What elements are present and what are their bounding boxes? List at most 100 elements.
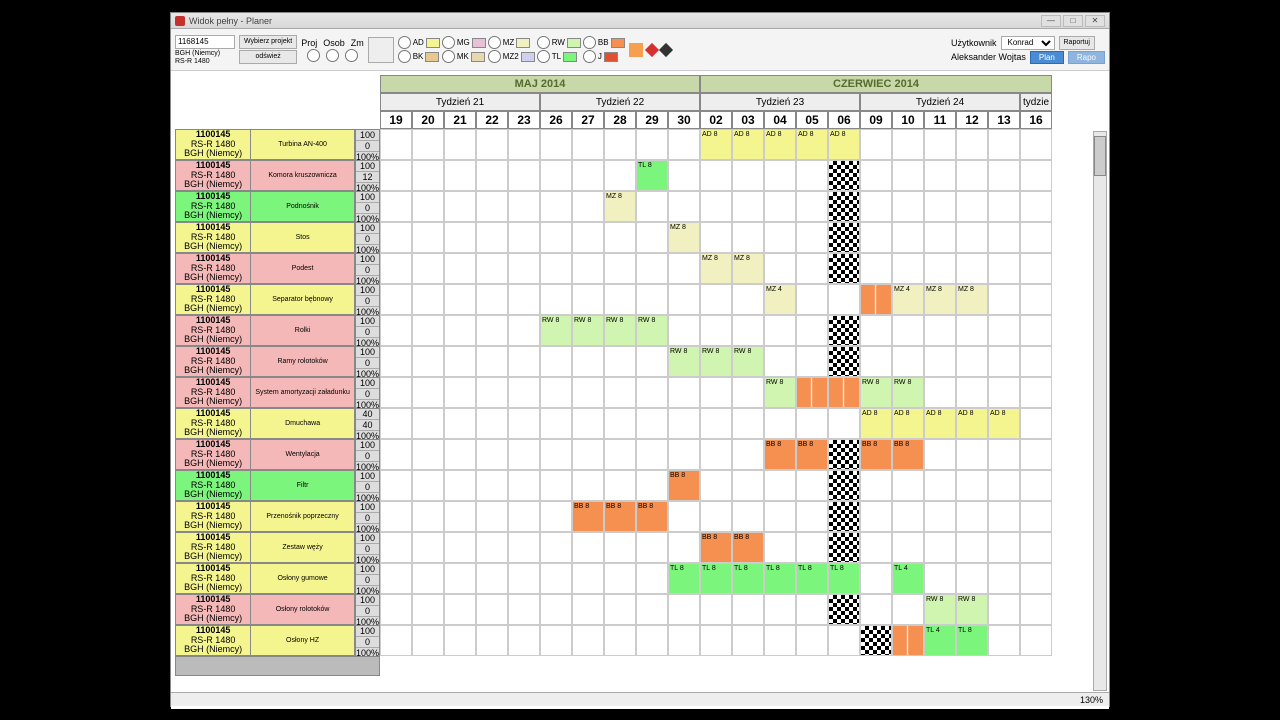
grid-cell[interactable] (444, 346, 476, 377)
grid-cell[interactable] (764, 160, 796, 191)
grid-cell[interactable] (636, 284, 668, 315)
day-header[interactable]: 06 (828, 111, 860, 129)
grid-cell[interactable] (700, 439, 732, 470)
grid-cell[interactable] (412, 129, 444, 160)
user-select[interactable]: Konrad (1001, 36, 1055, 50)
grid-cell[interactable] (412, 532, 444, 563)
grid-cell[interactable] (444, 129, 476, 160)
grid-cell[interactable] (572, 346, 604, 377)
grid-cell[interactable] (892, 315, 924, 346)
grid-cell[interactable] (1020, 563, 1052, 594)
grid-cell[interactable]: RW 8 (956, 594, 988, 625)
grid-cell[interactable]: MZ 4 (764, 284, 796, 315)
grid-cell[interactable] (572, 129, 604, 160)
grid-cell[interactable] (1020, 191, 1052, 222)
grid-cell[interactable] (508, 191, 540, 222)
grid-cell[interactable] (732, 160, 764, 191)
milestone-flag-icon[interactable] (828, 253, 860, 284)
grid-cell[interactable] (924, 439, 956, 470)
grid-cell[interactable] (700, 315, 732, 346)
grid-cell[interactable] (796, 501, 828, 532)
grid-cell[interactable] (476, 625, 508, 656)
grid-cell[interactable] (476, 346, 508, 377)
grid-cell[interactable] (668, 160, 700, 191)
row-header[interactable]: 1100145RS-R 1480BGH (Niemcy)Podest (175, 253, 355, 284)
day-header[interactable]: 22 (476, 111, 508, 129)
grid-cell[interactable] (572, 594, 604, 625)
grid-cell[interactable] (732, 222, 764, 253)
grid-cell[interactable] (444, 284, 476, 315)
grid-cell[interactable] (956, 501, 988, 532)
grid-cell[interactable] (412, 439, 444, 470)
grid-cell[interactable] (540, 129, 572, 160)
grid-cell[interactable] (636, 346, 668, 377)
grid-cell[interactable]: TL 4 (892, 563, 924, 594)
day-header[interactable]: 03 (732, 111, 764, 129)
grid-cell[interactable]: TL 8 (764, 563, 796, 594)
break-icon[interactable] (892, 625, 924, 656)
grid-cell[interactable]: MZ 8 (924, 284, 956, 315)
milestone-flag-icon[interactable] (828, 160, 860, 191)
grid-cell[interactable] (956, 532, 988, 563)
grid-cell[interactable] (412, 253, 444, 284)
grid-cell[interactable] (380, 625, 412, 656)
grid-cell[interactable] (924, 532, 956, 563)
grid-cell[interactable]: RW 8 (700, 346, 732, 377)
grid-cell[interactable] (860, 594, 892, 625)
grid-cell[interactable] (796, 191, 828, 222)
grid-cell[interactable] (412, 160, 444, 191)
grid-cell[interactable] (444, 625, 476, 656)
grid-cell[interactable] (508, 222, 540, 253)
grid-cell[interactable]: TL 8 (732, 563, 764, 594)
grid-cell[interactable] (892, 594, 924, 625)
grid-cell[interactable] (732, 625, 764, 656)
grid-cell[interactable] (796, 594, 828, 625)
grid-cell[interactable]: RW 8 (860, 377, 892, 408)
grid-cell[interactable] (700, 222, 732, 253)
grid-cell[interactable] (924, 346, 956, 377)
grid-cell[interactable] (380, 470, 412, 501)
grid-cell[interactable] (700, 594, 732, 625)
grid-cell[interactable] (412, 501, 444, 532)
grid-cell[interactable]: RW 8 (572, 315, 604, 346)
day-header[interactable]: 12 (956, 111, 988, 129)
grid-cell[interactable] (508, 160, 540, 191)
grid-cell[interactable] (572, 470, 604, 501)
grid-cell[interactable] (540, 470, 572, 501)
grid-cell[interactable]: AD 8 (764, 129, 796, 160)
grid-cell[interactable]: MZ 8 (732, 253, 764, 284)
grid-cell[interactable] (924, 501, 956, 532)
grid-cell[interactable] (828, 625, 860, 656)
grid-cell[interactable] (444, 160, 476, 191)
grid-cell[interactable] (764, 532, 796, 563)
grid-cell[interactable] (604, 563, 636, 594)
grid-cell[interactable] (700, 501, 732, 532)
grid-cell[interactable] (732, 284, 764, 315)
grid-cell[interactable] (892, 501, 924, 532)
grid-cell[interactable]: MZ 8 (956, 284, 988, 315)
row-header[interactable]: 1100145RS-R 1480BGH (Niemcy)Zestaw węży (175, 532, 355, 563)
grid-cell[interactable] (508, 408, 540, 439)
row-header[interactable]: 1100145RS-R 1480BGH (Niemcy)System amort… (175, 377, 355, 408)
break-icon[interactable] (860, 284, 892, 315)
grid-cell[interactable] (412, 377, 444, 408)
day-header[interactable]: 21 (444, 111, 476, 129)
grid-cell[interactable] (956, 191, 988, 222)
grid-cell[interactable] (572, 284, 604, 315)
grid-cell[interactable] (508, 470, 540, 501)
grid-cell[interactable] (924, 377, 956, 408)
day-header[interactable]: 05 (796, 111, 828, 129)
grid-cell[interactable] (412, 563, 444, 594)
grid-cell[interactable] (988, 191, 1020, 222)
grid-cell[interactable] (860, 563, 892, 594)
grid-cell[interactable] (476, 594, 508, 625)
grid-cell[interactable] (508, 377, 540, 408)
grid-cell[interactable] (668, 532, 700, 563)
grid-cell[interactable]: TL 8 (668, 563, 700, 594)
grid-cell[interactable] (636, 191, 668, 222)
grid-cell[interactable]: BB 8 (604, 501, 636, 532)
grid-cell[interactable] (380, 315, 412, 346)
grid-cell[interactable] (508, 284, 540, 315)
milestone-flag-icon[interactable] (828, 501, 860, 532)
grid-cell[interactable] (412, 346, 444, 377)
